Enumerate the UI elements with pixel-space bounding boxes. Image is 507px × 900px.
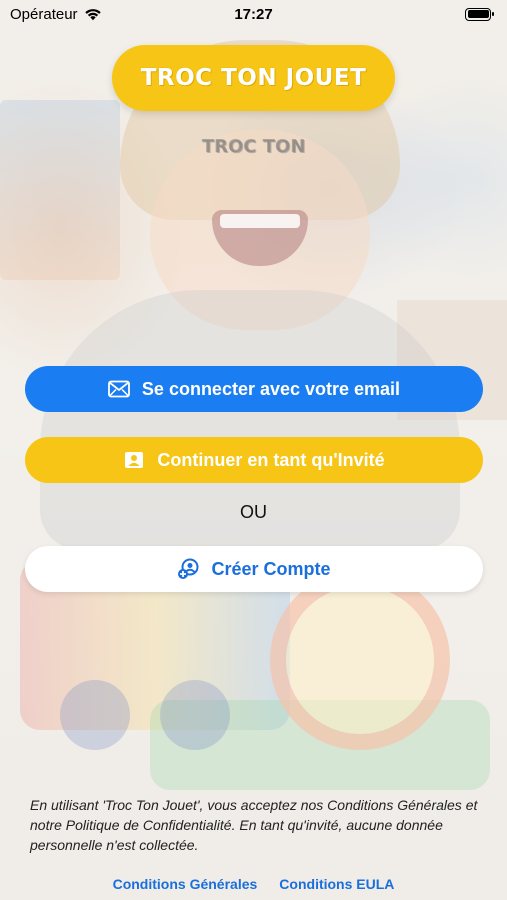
terms-link[interactable]: Conditions Générales xyxy=(113,876,258,892)
eula-link[interactable]: Conditions EULA xyxy=(279,876,394,892)
status-bar: Opérateur 17:27 xyxy=(0,0,507,28)
envelope-icon xyxy=(108,378,130,400)
person-card-icon xyxy=(123,449,145,471)
or-separator: OU xyxy=(240,502,267,522)
create-account-label: Créer Compte xyxy=(211,558,331,579)
carrier-label: Opérateur xyxy=(10,5,78,23)
create-account-button[interactable]: Créer Compte xyxy=(25,546,483,592)
guest-label: Continuer en tant qu'Invité xyxy=(157,449,385,470)
email-login-label: Se connecter avec votre email xyxy=(141,378,401,399)
status-time: 17:27 xyxy=(234,5,273,23)
legal-notice: En utilisant 'Troc Ton Jouet', vous acce… xyxy=(30,797,478,853)
email-login-button[interactable]: Se connecter avec votre email xyxy=(25,366,483,412)
battery-icon xyxy=(465,7,494,21)
wifi-icon xyxy=(84,9,101,21)
footer-links: Conditions Générales Conditions EULA xyxy=(0,876,507,892)
add-user-icon xyxy=(177,558,199,580)
app-title: TROC TON JOUET xyxy=(140,65,367,91)
app-subtitle: TROC TON xyxy=(201,136,306,157)
app-logo: TROC TON JOUET xyxy=(112,45,395,111)
guest-button[interactable]: Continuer en tant qu'Invité xyxy=(25,437,483,483)
